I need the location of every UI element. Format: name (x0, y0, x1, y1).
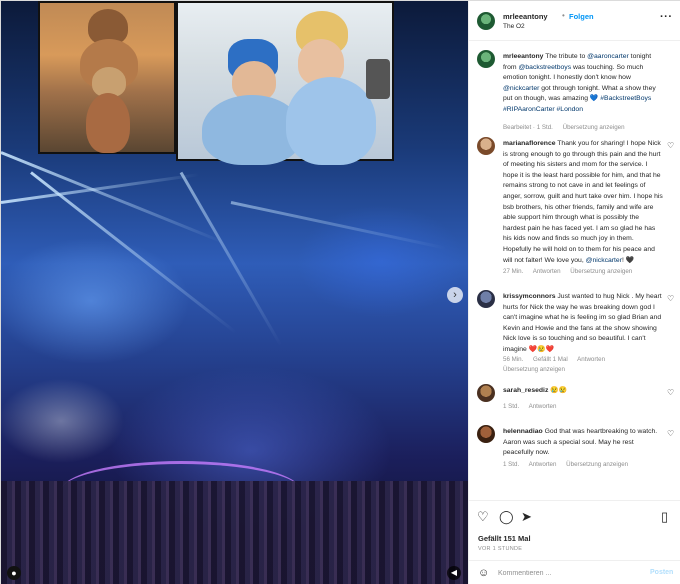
like-icon[interactable]: ♡ (477, 509, 489, 525)
comment-meta: 56 Min. Gefällt 1 Mal Antworten (503, 356, 613, 363)
caption-entry: mrleeantony The tribute to @aaroncarter … (469, 50, 680, 136)
author-username[interactable]: mrleeantony (503, 12, 548, 21)
caption-text: mrleeantony The tribute to @aaroncarter … (503, 52, 663, 116)
author-avatar[interactable] (477, 12, 495, 30)
comment-time: 27 Min. (503, 268, 524, 275)
commenter-avatar[interactable] (477, 137, 495, 155)
commenter-avatar[interactable] (477, 384, 495, 402)
crowd (1, 481, 468, 584)
caption-username[interactable]: mrleeantony (503, 53, 543, 60)
post-location[interactable]: The O2 (503, 23, 525, 30)
comment-like-icon[interactable]: ♡ (667, 294, 674, 303)
comment-item: helennadiao God that was heartbreaking t… (469, 425, 680, 485)
comment-likes[interactable]: Gefällt 1 Mal (533, 356, 568, 363)
post-actions: ♡ ◯ ➤ ▯ Gefällt 151 Mal VOR 1 STUNDE (469, 500, 680, 560)
comment-input[interactable] (498, 566, 638, 580)
comment-item: krissymconnors Just wanted to hug Nick .… (469, 290, 680, 375)
comment-like-icon[interactable]: ♡ (667, 388, 674, 397)
comment-time: 1 Std. (503, 403, 520, 410)
post-comment-button[interactable]: Posten (650, 569, 673, 576)
share-icon[interactable]: ➤ (521, 509, 532, 525)
comment-text: marianaflorence Thank you for sharing! I… (503, 139, 663, 266)
header-separator: • (562, 11, 565, 20)
comment-meta-2: Übersetzung anzeigen (503, 366, 573, 373)
comment-item: marianaflorence Thank you for sharing! I… (469, 137, 680, 282)
comment-like-icon[interactable]: ♡ (667, 429, 674, 438)
comment-icon[interactable]: ◯ (499, 509, 514, 525)
commenter-username[interactable]: sarah_resediz (503, 387, 548, 394)
post-video[interactable]: › ● ◀ (1, 1, 468, 584)
comment-reply-link[interactable]: Antworten (533, 268, 561, 275)
caption-avatar[interactable] (477, 50, 495, 68)
stage-screen-right (176, 1, 394, 165)
comment-translate-link[interactable]: Übersetzung anzeigen (570, 268, 632, 275)
stage-screen-left (38, 1, 176, 154)
comment-text: sarah_resediz 😢😢 (503, 386, 663, 397)
comment-reply-link[interactable]: Antworten (529, 403, 557, 410)
caption-translate-link[interactable]: Übersetzung anzeigen (563, 124, 625, 131)
caption-edited-time: Bearbeitet · 1 Std. (503, 124, 553, 131)
comment-reply-link[interactable]: Antworten (529, 461, 557, 468)
commenter-username[interactable]: helennadiao (503, 428, 543, 435)
hashtag-london[interactable]: #London (557, 106, 583, 113)
comment-text: krissymconnors Just wanted to hug Nick .… (503, 292, 663, 356)
comment-translate-link[interactable]: Übersetzung anzeigen (503, 366, 565, 373)
comment-time: 56 Min. (503, 356, 524, 363)
sound-toggle-icon[interactable]: ◀ (447, 566, 461, 580)
commenter-avatar[interactable] (477, 425, 495, 443)
commenter-username[interactable]: krissymconnors (503, 293, 556, 300)
hashtag-ripaaroncarter[interactable]: #RIPAaronCarter (503, 106, 555, 113)
comment-item: sarah_resediz 😢😢 1 Std. Antworten ♡ (469, 384, 680, 418)
next-slide-button[interactable]: › (447, 287, 463, 303)
add-comment-bar: ☺ Posten (469, 560, 680, 584)
comment-body: Thank you for sharing! I hope Nick is st… (503, 140, 663, 264)
mention-backstreetboys[interactable]: @backstreetboys (518, 64, 571, 71)
comment-reply-link[interactable]: Antworten (577, 356, 605, 363)
comment-meta: 27 Min. Antworten Übersetzung anzeigen (503, 268, 640, 275)
comment-body: 😢😢 (550, 387, 568, 394)
comment-meta: 1 Std. Antworten Übersetzung anzeigen (503, 461, 636, 468)
save-icon[interactable]: ▯ (661, 509, 668, 525)
follow-button[interactable]: Folgen (569, 12, 594, 21)
tagged-user-icon[interactable]: ● (7, 566, 21, 580)
comment-mention[interactable]: @nickcarter (586, 257, 622, 264)
instagram-post-frame: › ● ◀ mrleeantony • Folgen The O2 ··· mr… (0, 0, 680, 584)
commenter-avatar[interactable] (477, 290, 495, 308)
comment-time: 1 Std. (503, 461, 520, 468)
emoji-icon[interactable]: ☺ (478, 567, 489, 579)
post-side-panel: mrleeantony • Folgen The O2 ··· mrleeant… (468, 1, 680, 584)
comment-like-icon[interactable]: ♡ (667, 141, 674, 150)
post-header: mrleeantony • Folgen The O2 ··· (469, 1, 680, 41)
comment-translate-link[interactable]: Übersetzung anzeigen (566, 461, 628, 468)
hashtag-backstreetboys[interactable]: #BackstreetBoys (600, 95, 651, 102)
mention-nickcarter[interactable]: @nickcarter (503, 85, 539, 92)
comment-body: Just wanted to hug Nick . My heart hurts… (503, 293, 662, 353)
comment-suffix: ! 🖤 (621, 256, 635, 264)
mention-aaroncarter[interactable]: @aaroncarter (587, 53, 629, 60)
caption-meta: Bearbeitet · 1 Std. Übersetzung anzeigen (503, 124, 633, 131)
commenter-username[interactable]: marianaflorence (503, 140, 556, 147)
comment-meta: 1 Std. Antworten (503, 403, 564, 410)
comments-list[interactable]: mrleeantony The tribute to @aaroncarter … (469, 42, 680, 500)
post-time: VOR 1 STUNDE (478, 546, 523, 552)
likes-count[interactable]: Gefällt 151 Mal (478, 534, 531, 543)
comment-text: helennadiao God that was heartbreaking t… (503, 427, 663, 459)
caption-part: The tribute to (545, 53, 588, 60)
more-options-icon[interactable]: ··· (660, 11, 673, 23)
